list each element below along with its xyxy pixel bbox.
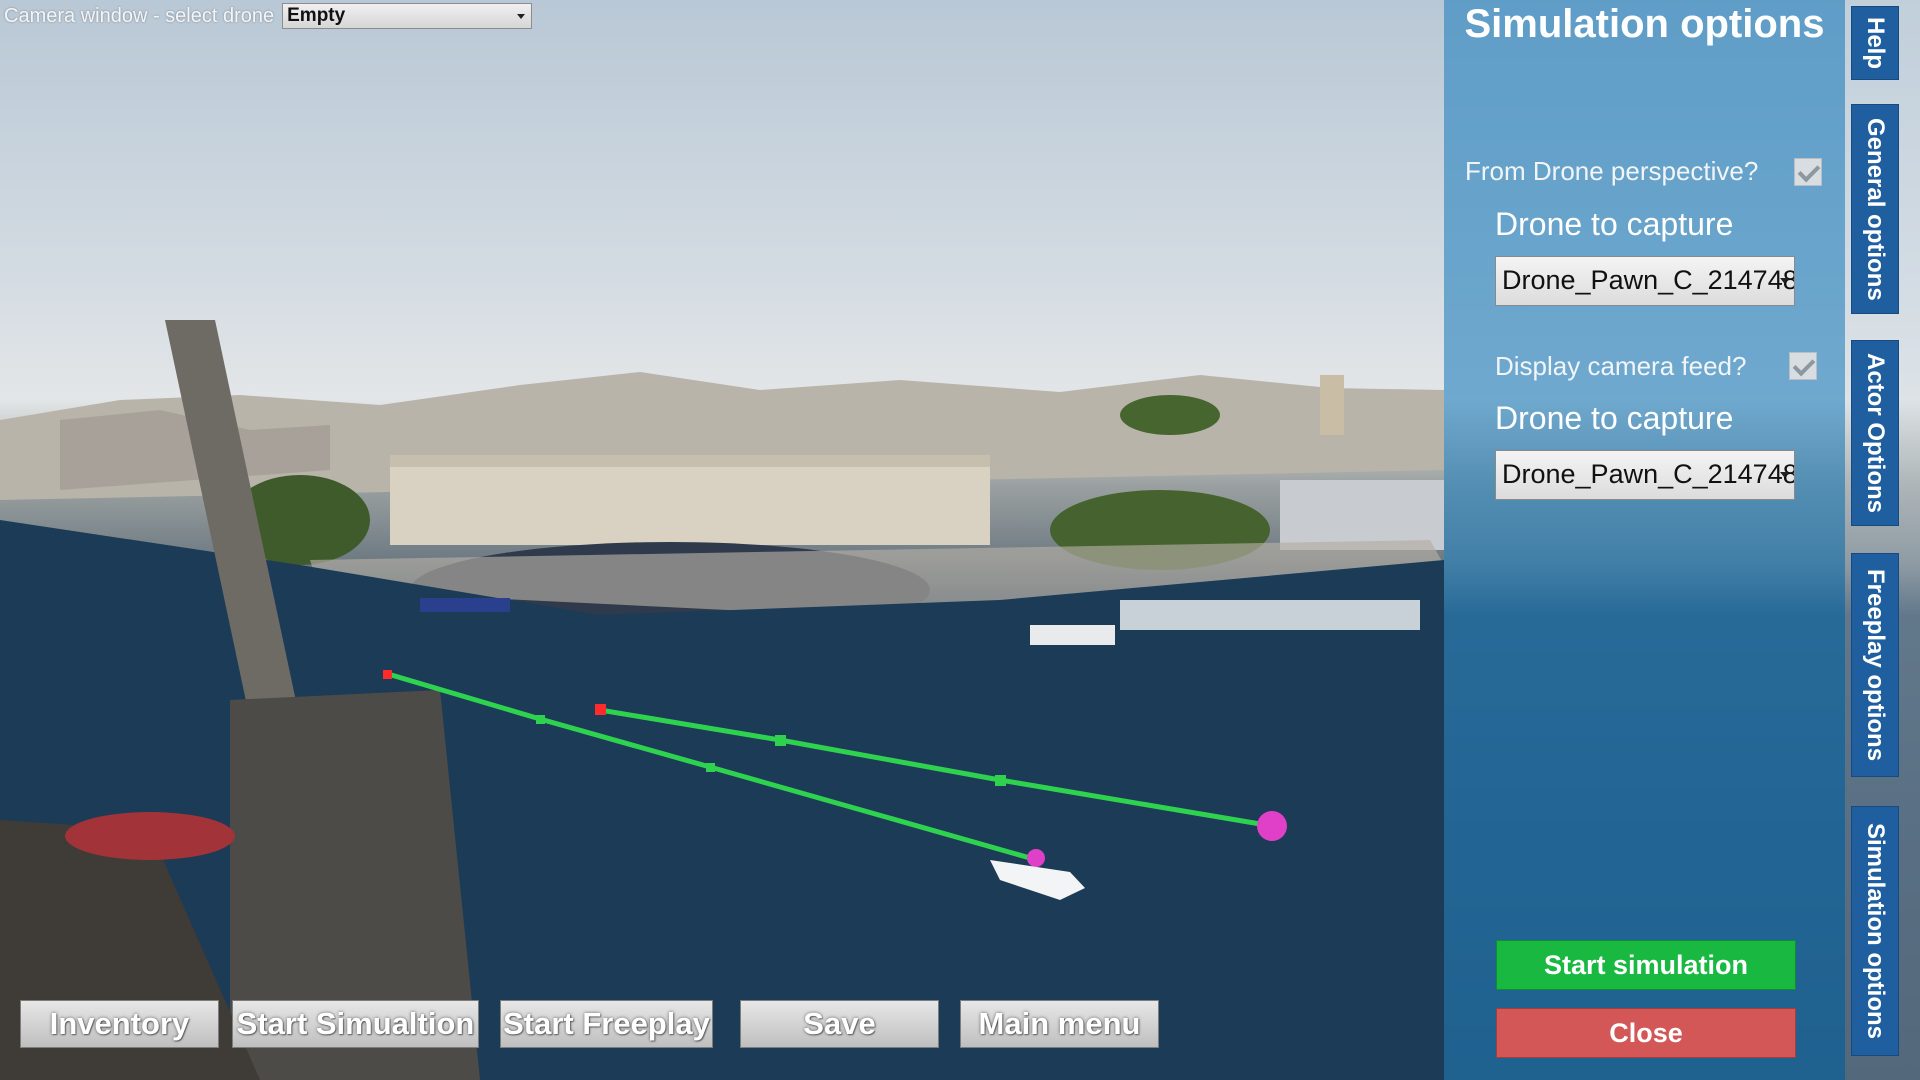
from-drone-perspective-checkbox[interactable] (1794, 158, 1822, 186)
tab-general-options[interactable]: General options (1851, 104, 1899, 314)
moored-boat (1030, 625, 1115, 645)
start-freeplay-button[interactable]: Start Freeplay (500, 1000, 713, 1048)
chevron-down-icon (517, 14, 526, 19)
display-camera-feed-checkbox[interactable] (1789, 352, 1817, 380)
trees-hill (1120, 395, 1220, 435)
tab-simulation-options[interactable]: Simulation options (1851, 806, 1899, 1056)
main-building-roof (390, 455, 990, 467)
tab-help-label: Help (1862, 16, 1889, 69)
waypoint[interactable] (536, 715, 545, 724)
blue-boat (420, 598, 510, 612)
waypoint[interactable] (775, 735, 786, 746)
start-simulation-button[interactable]: Start Simualtion (232, 1000, 479, 1048)
display-camera-feed-label: Display camera feed? (1495, 351, 1747, 381)
drone-to-capture-value-1: Drone_Pawn_C_2147482 (1502, 265, 1795, 295)
tab-freeplay-options-label: Freeplay options (1862, 568, 1889, 762)
from-drone-perspective-label: From Drone perspective? (1465, 156, 1759, 186)
side-tab-strip: Help General options Actor Options Freep… (1845, 0, 1920, 1080)
inventory-button[interactable]: Inventory (20, 1000, 219, 1048)
chevron-down-icon (1780, 472, 1788, 477)
waypoint-start-2[interactable] (595, 704, 606, 715)
waypoint[interactable] (706, 763, 715, 772)
church-tower (1320, 375, 1344, 435)
red-boat (65, 812, 235, 860)
camera-drone-dropdown[interactable]: Empty (282, 3, 533, 29)
waypoint[interactable] (995, 775, 1006, 786)
simulation-options-panel: Simulation options From Drone perspectiv… (1444, 0, 1845, 1080)
drone-to-capture-dropdown-2[interactable]: Drone_Pawn_C_2147482 (1495, 450, 1795, 500)
drone-to-capture-heading-1: Drone to capture (1495, 206, 1734, 242)
main-menu-button[interactable]: Main menu (960, 1000, 1159, 1048)
chevron-down-icon (1780, 278, 1788, 283)
tab-actor-options-label: Actor Options (1862, 353, 1889, 513)
save-button[interactable]: Save (740, 1000, 939, 1048)
camera-drone-selected: Empty (287, 5, 346, 26)
tab-simulation-options-label: Simulation options (1862, 823, 1889, 1039)
camera-window-bar: Camera window - select drone Empty (4, 2, 533, 30)
drone-to-capture-heading-2: Drone to capture (1495, 400, 1734, 436)
waypoint-start-1[interactable] (383, 670, 392, 679)
main-building (390, 455, 990, 545)
waypoint-target[interactable] (1257, 811, 1287, 841)
marina-boats (1120, 600, 1420, 630)
checkmark-icon (1792, 353, 1816, 377)
start-simulation-panel-button[interactable]: Start simulation (1496, 940, 1796, 990)
tab-freeplay-options[interactable]: Freeplay options (1851, 553, 1899, 777)
right-building (1280, 480, 1444, 550)
tab-help[interactable]: Help (1851, 6, 1899, 80)
panel-title: Simulation options (1464, 2, 1825, 46)
checkmark-icon (1797, 159, 1821, 183)
tab-general-options-label: General options (1862, 117, 1889, 301)
drone-marker[interactable] (1027, 849, 1045, 867)
tab-actor-options[interactable]: Actor Options (1851, 340, 1899, 526)
drone-to-capture-dropdown-1[interactable]: Drone_Pawn_C_2147482 (1495, 256, 1795, 306)
drone-to-capture-value-2: Drone_Pawn_C_2147482 (1502, 459, 1795, 489)
camera-window-label: Camera window - select drone (4, 4, 275, 27)
close-button[interactable]: Close (1496, 1008, 1796, 1058)
